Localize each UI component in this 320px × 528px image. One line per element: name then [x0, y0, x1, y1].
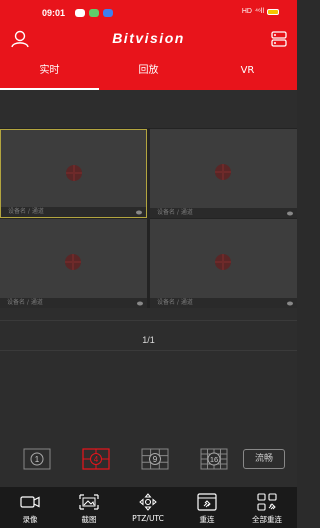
camera-placeholder-icon [66, 165, 82, 181]
camera-placeholder-icon [65, 254, 81, 270]
eye-icon [287, 301, 293, 306]
video-cell-caption: 设备名 / 通道 [0, 298, 147, 308]
eye-icon [136, 210, 142, 215]
video-cell-caption: 设备名 / 通道 [1, 207, 146, 217]
reconnect-button[interactable]: 重连 [177, 493, 237, 525]
split-9-button[interactable]: 9 [141, 448, 169, 470]
reconnect-label: 重连 [199, 515, 215, 524]
video-cell[interactable]: 设备名 / 通道 [0, 129, 147, 218]
notification-icon [89, 9, 99, 17]
split-1-button[interactable]: 1 [23, 448, 51, 470]
ptz-button[interactable]: PTZ/UTC [118, 493, 178, 523]
record-icon [20, 496, 40, 508]
live-view-screen: 09:01 HD ⁴⁶ll Bitvision 实时 回放 VR 设备名 / 通… [0, 0, 297, 528]
divider [0, 350, 297, 351]
reconnect-icon [197, 493, 217, 511]
stream-quality-button[interactable]: 流畅 [243, 449, 285, 469]
split-16-label: 16 [210, 455, 218, 464]
mode-tabs: 实时 回放 VR [0, 52, 297, 90]
signal-label: ⁴⁶ll [255, 8, 264, 15]
divider [0, 320, 297, 321]
split-1-label: 1 [35, 455, 40, 464]
ptz-icon [139, 493, 157, 511]
record-button[interactable]: 录像 [0, 493, 60, 525]
notification-icon [75, 9, 85, 17]
video-cell[interactable]: 设备名 / 通道 [150, 219, 297, 308]
record-label: 录像 [22, 515, 38, 524]
reconnect-all-button[interactable]: 全部重连 [237, 493, 297, 525]
camera-placeholder-icon [215, 254, 231, 270]
battery-icon [267, 8, 279, 15]
status-time: 09:01 [42, 8, 66, 18]
app-header: Bitvision [0, 26, 297, 52]
tab-vr[interactable]: VR [198, 52, 297, 90]
camera-placeholder-icon [215, 164, 231, 180]
tab-live[interactable]: 实时 [0, 52, 99, 90]
device-list-icon[interactable] [270, 30, 288, 48]
tab-playback[interactable]: 回放 [99, 52, 198, 90]
page-indicator: 1/1 [142, 335, 155, 345]
status-bar: 09:01 HD ⁴⁶ll [0, 0, 297, 26]
snapshot-label: 截图 [81, 515, 97, 524]
status-indicators: HD ⁴⁶ll [242, 8, 279, 15]
reconnect-all-icon [257, 493, 277, 511]
eye-icon [287, 211, 293, 216]
split-4-label: 4 [94, 455, 99, 464]
eye-icon [137, 301, 143, 306]
video-cell-caption: 设备名 / 通道 [150, 208, 297, 218]
notification-icon [103, 9, 113, 17]
bottom-toolbar: 录像 截图 PTZ/UTC 重连 全部重连 [0, 487, 297, 528]
network-label: HD [241, 8, 252, 15]
video-grid: 设备名 / 通道 设备名 / 通道 设备名 / 通道 设备名 / 通道 [0, 128, 297, 308]
split-selector: 1 4 9 16 流畅 [0, 440, 297, 478]
video-cell-caption: 设备名 / 通道 [150, 298, 297, 308]
snapshot-icon [79, 494, 99, 510]
split-9-label: 9 [153, 455, 158, 464]
video-cell[interactable]: 设备名 / 通道 [0, 219, 147, 308]
split-16-button[interactable]: 16 [200, 448, 228, 470]
snapshot-button[interactable]: 截图 [59, 493, 119, 525]
ptz-label: PTZ/UTC [132, 514, 164, 523]
reconnect-all-label: 全部重连 [252, 515, 282, 524]
video-cell[interactable]: 设备名 / 通道 [150, 129, 297, 218]
app-title: Bitvision [112, 30, 185, 46]
split-4-button[interactable]: 4 [82, 448, 110, 470]
